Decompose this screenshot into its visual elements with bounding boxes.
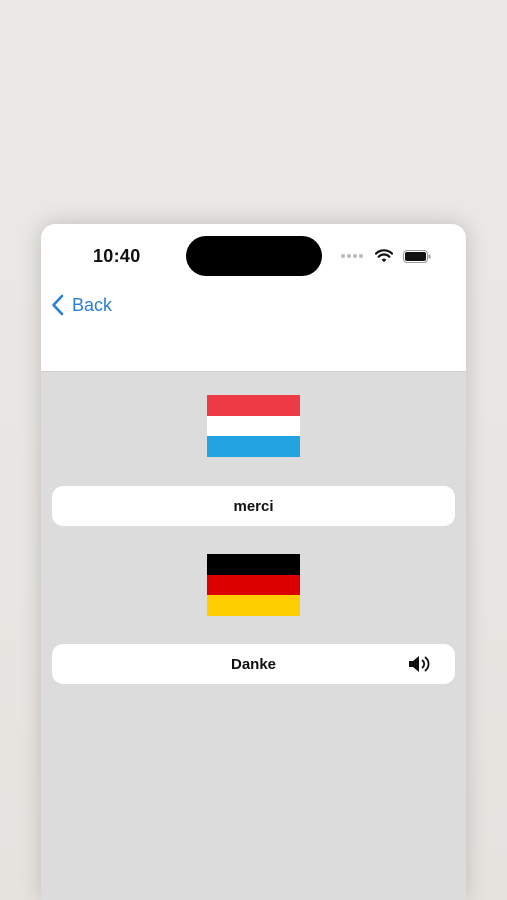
target-word: Danke (230, 655, 277, 673)
status-icons (341, 248, 431, 264)
dynamic-island (186, 236, 322, 276)
back-label: Back (72, 294, 113, 315)
play-audio-button[interactable] (407, 654, 433, 674)
chevron-left-icon (52, 294, 64, 316)
wifi-icon (375, 249, 393, 263)
target-word-card: Danke (52, 644, 455, 684)
germany-flag (207, 554, 300, 616)
status-time: 10:40 (93, 246, 141, 266)
back-button[interactable]: Back (51, 294, 112, 316)
phone-screen: 10:40 Back merci Danke (41, 224, 466, 900)
navigation-header: 10:40 Back (41, 224, 466, 372)
cellular-signal-icon (341, 254, 365, 258)
battery-icon (403, 249, 431, 263)
speaker-icon (409, 656, 430, 672)
source-word: merci (233, 497, 274, 515)
source-word-card: merci (52, 486, 455, 526)
luxembourg-flag (207, 395, 300, 457)
